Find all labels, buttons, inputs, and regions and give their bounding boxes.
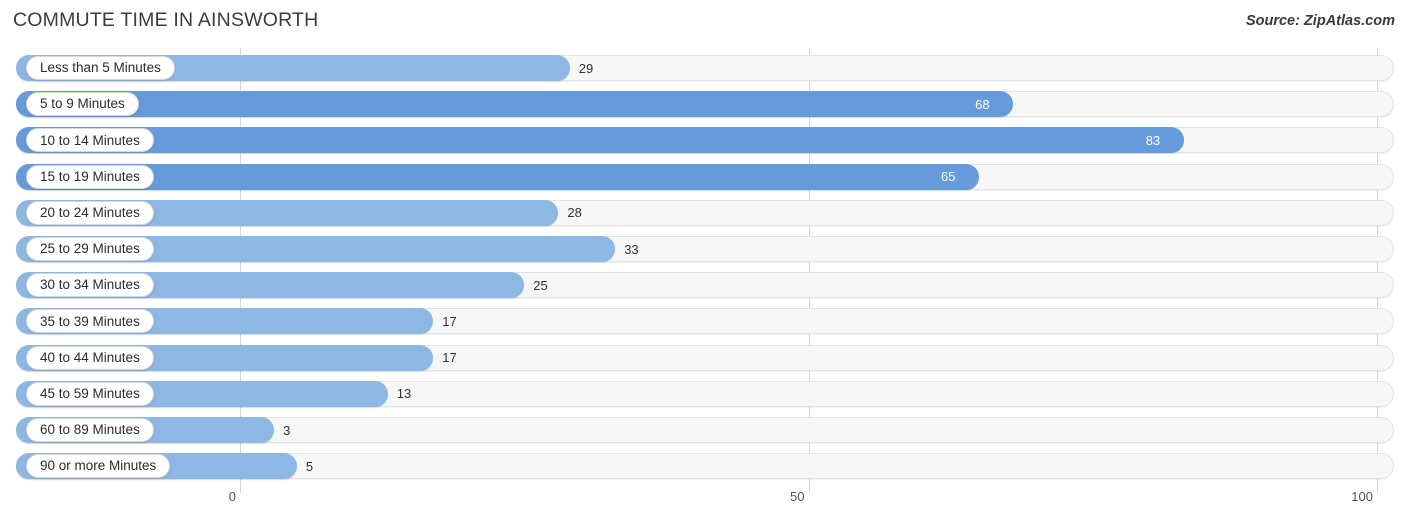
bar-row[interactable]: 35 to 39 Minutes 17 <box>16 308 1394 335</box>
bar-row[interactable]: 5 to 9 Minutes 68 <box>16 91 1394 118</box>
bar-value-label: 17 <box>442 313 457 329</box>
bar-value-label: 83 <box>1145 132 1161 148</box>
category-label: 10 to 14 Minutes <box>40 132 140 148</box>
bar-row[interactable]: 15 to 19 Minutes 65 <box>16 163 1394 190</box>
bar-value-label: 33 <box>624 241 639 257</box>
category-label: 90 or more Minutes <box>40 458 157 474</box>
category-label: 25 to 29 Minutes <box>40 241 140 257</box>
bar-value-label: 28 <box>567 205 582 221</box>
category-label-pill: 25 to 29 Minutes <box>26 237 154 261</box>
x-axis: 0 50 100 <box>0 489 1406 523</box>
category-label-pill: 90 or more Minutes <box>26 454 171 479</box>
x-tick-label-50: 50 <box>790 489 805 504</box>
bar-row[interactable]: Less than 5 Minutes 29 <box>16 55 1394 81</box>
x-tick-label-100: 100 <box>1351 489 1373 504</box>
category-label: 20 to 24 Minutes <box>40 205 140 221</box>
bar-row[interactable]: 40 to 44 Minutes 17 <box>16 344 1394 371</box>
category-label-pill: 15 to 19 Minutes <box>26 164 154 189</box>
bar-row[interactable]: 10 to 14 Minutes 83 <box>16 127 1394 154</box>
category-label-pill: 40 to 44 Minutes <box>26 345 154 370</box>
bar-row[interactable]: 25 to 29 Minutes 33 <box>16 236 1394 262</box>
category-label: 40 to 44 Minutes <box>40 349 140 365</box>
category-label: 60 to 89 Minutes <box>40 422 140 438</box>
bar-value-label: 25 <box>533 277 548 293</box>
chart-plot-area: Less than 5 Minutes 29 5 to 9 Minutes 68 10 … <box>0 44 1406 493</box>
bar-fill <box>16 127 1184 154</box>
bar-row[interactable]: 45 to 59 Minutes 13 <box>16 380 1394 407</box>
category-label: 30 to 34 Minutes <box>40 277 140 293</box>
category-label-pill: 60 to 89 Minutes <box>26 418 154 442</box>
source-attribution: Source: ZipAtlas.com <box>1245 13 1395 29</box>
page-title: COMMUTE TIME IN AINSWORTH <box>13 9 319 31</box>
bar-value-label: 68 <box>975 96 990 112</box>
bar-row[interactable]: 60 to 89 Minutes 3 <box>16 417 1394 443</box>
chart-header: COMMUTE TIME IN AINSWORTH Source: ZipAtl… <box>0 0 1406 44</box>
category-label-pill: 5 to 9 Minutes <box>26 92 139 117</box>
category-label-pill: 35 to 39 Minutes <box>26 309 154 334</box>
bar-value-label: 29 <box>578 60 594 76</box>
bar-row[interactable]: 90 or more Minutes 5 <box>16 453 1394 480</box>
category-label-pill: 45 to 59 Minutes <box>26 381 154 406</box>
x-tick-label-0: 0 <box>228 489 236 504</box>
bar-value-label: 65 <box>941 169 956 185</box>
category-label-pill: 10 to 14 Minutes <box>26 128 154 153</box>
category-label: 35 to 39 Minutes <box>40 313 140 329</box>
category-label: Less than 5 Minutes <box>40 60 161 76</box>
bar-value-label: 5 <box>305 458 314 474</box>
bar-row[interactable]: 30 to 34 Minutes 25 <box>16 272 1394 299</box>
bar-value-label: 13 <box>396 386 412 402</box>
category-label-pill: 30 to 34 Minutes <box>26 273 154 298</box>
category-label-pill: Less than 5 Minutes <box>26 56 175 80</box>
category-label: 45 to 59 Minutes <box>40 386 140 402</box>
bar-value-label: 3 <box>283 422 291 438</box>
bar-value-label: 17 <box>442 350 457 366</box>
category-label: 5 to 9 Minutes <box>40 96 125 112</box>
category-label: 15 to 19 Minutes <box>40 168 140 184</box>
category-label-pill: 20 to 24 Minutes <box>26 200 154 225</box>
bar-fill <box>16 91 1014 118</box>
bar-row[interactable]: 20 to 24 Minutes 28 <box>16 199 1394 226</box>
bar-fill <box>16 163 980 190</box>
